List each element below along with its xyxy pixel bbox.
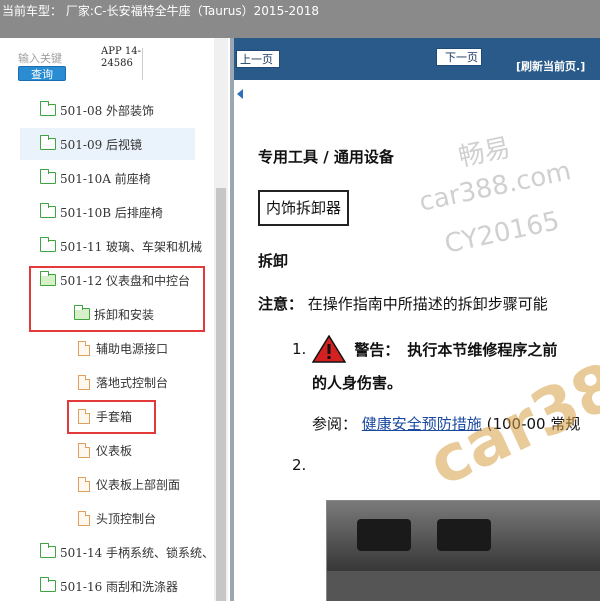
highlight-box-glove-box	[67, 400, 156, 434]
warning-text-line2: 的人身伤害。	[312, 374, 403, 392]
folder-icon	[40, 135, 56, 150]
prev-page-label: 上一页	[240, 53, 273, 66]
left-panel: 输入关键 查询 APP 14-24586 501-08 外部装饰 501-09 …	[0, 38, 230, 601]
tree-node[interactable]: 501-10B 后排座椅	[20, 196, 215, 228]
tree-leaf[interactable]: 辅助电源接口	[20, 332, 215, 364]
highlight-box-instrument-panel	[29, 266, 205, 332]
tree-leaf-label: 落地式控制台	[96, 375, 169, 390]
note-text: 在操作指南中所描述的拆卸步骤可能	[307, 295, 548, 313]
document-icon	[78, 374, 90, 390]
tree-scrollbar[interactable]	[214, 38, 228, 601]
step-1: 1. 警告： 执行本节维修程序之前	[292, 335, 557, 363]
vehicle-model-text: 当前车型： 厂家:C-长安福特全牛座（Taurus）2015-2018	[2, 4, 320, 18]
watermark-text: CY20165	[442, 206, 563, 260]
nav-tree: 501-08 外部装饰 501-09 后视镜 501-10A 前座椅 501-1…	[0, 94, 215, 601]
tree-node-label: 501-10B 后排座椅	[60, 205, 163, 220]
folder-icon	[40, 577, 56, 592]
prev-page-button[interactable]: 上一页	[236, 50, 280, 99]
dashboard-illustration	[326, 500, 600, 601]
tree-node-label: 501-16 雨刮和洗涤器	[60, 579, 179, 594]
tool-name-box: 内饰拆卸器	[258, 190, 350, 226]
manual-content: 专用工具 / 通用设备 内饰拆卸器 拆卸 注意： 在操作指南中所描述的拆卸步骤可…	[234, 80, 600, 601]
dashboard-surface	[327, 571, 600, 601]
document-icon	[78, 476, 90, 492]
step-1-number: 1.	[292, 340, 307, 358]
title-bar: 当前车型： 厂家:C-长安福特全牛座（Taurus）2015-2018	[0, 0, 600, 38]
tree-scrollbar-thumb[interactable]	[216, 188, 226, 601]
warning-icon	[312, 335, 347, 363]
next-page-label: 下一页	[445, 51, 478, 64]
tree-node[interactable]: 501-08 外部装饰	[20, 94, 195, 126]
document-icon	[78, 510, 90, 526]
warning-text: 执行本节维修程序之前	[407, 340, 558, 359]
tree-leaf-label: 仪表板上部剖面	[96, 477, 181, 492]
tree-node[interactable]: 501-16 雨刮和洗涤器	[20, 570, 215, 601]
air-vent-center	[437, 519, 491, 551]
tree-leaf[interactable]: 落地式控制台	[20, 366, 215, 398]
folder-icon	[40, 169, 56, 184]
tree-leaf[interactable]: 头顶控制台	[20, 502, 215, 534]
tree-leaf[interactable]: 仪表板上部剖面	[20, 468, 215, 500]
step-2-number: 2.	[292, 456, 307, 474]
folder-icon	[40, 101, 56, 116]
air-vent-left	[357, 519, 411, 551]
search-input[interactable]: 输入关键	[18, 50, 62, 66]
content-panel: 上一页 下一页 [刷新当前页.] 专用工具 / 通用设备 内饰拆卸器 拆卸 注意…	[234, 38, 600, 601]
tree-leaf-label: 仪表板	[96, 443, 133, 458]
document-icon	[78, 340, 90, 356]
page-toolbar: 上一页 下一页 [刷新当前页.]	[234, 38, 600, 99]
refresh-page-link[interactable]: [刷新当前页.]	[516, 58, 585, 74]
tree-node-label: 501-14 手柄系统、锁系统、	[60, 545, 215, 560]
search-row: 输入关键 查询 APP 14-24586	[0, 38, 230, 86]
tree-node-label: 501-09 后视镜	[60, 137, 143, 152]
heading-removal: 拆卸	[258, 252, 289, 270]
folder-icon	[40, 203, 56, 218]
tree-node[interactable]: 501-10A 前座椅	[20, 162, 215, 194]
reference-prefix: 参阅：	[312, 415, 358, 433]
next-page-button[interactable]: 下一页	[436, 48, 482, 66]
warning-label: 警告：	[354, 340, 400, 359]
tree-node-label: 501-08 外部装饰	[60, 103, 155, 118]
tree-node-label: 501-11 玻璃、车架和机械	[60, 239, 203, 254]
tree-leaf[interactable]: 仪表板	[20, 434, 215, 466]
tree-leaf-label: 头顶控制台	[96, 511, 157, 526]
tree-node[interactable]: 501-11 玻璃、车架和机械	[20, 230, 215, 262]
folder-icon	[40, 237, 56, 252]
note-paragraph: 注意： 在操作指南中所描述的拆卸步骤可能	[258, 293, 548, 314]
query-button[interactable]: 查询	[18, 66, 66, 81]
tree-leaf-label: 辅助电源接口	[96, 341, 169, 356]
heading-special-tools: 专用工具 / 通用设备	[258, 148, 394, 166]
document-icon	[78, 442, 90, 458]
tree-node[interactable]: 501-09 后视镜	[20, 128, 195, 160]
app-code-label: APP 14-24586	[101, 46, 141, 69]
tree-node[interactable]: 501-14 手柄系统、锁系统、	[20, 536, 215, 568]
tree-node-label: 501-10A 前座椅	[60, 171, 151, 186]
watermark-text: 畅易	[455, 132, 514, 174]
note-label: 注意：	[258, 295, 304, 313]
folder-icon	[40, 543, 56, 558]
